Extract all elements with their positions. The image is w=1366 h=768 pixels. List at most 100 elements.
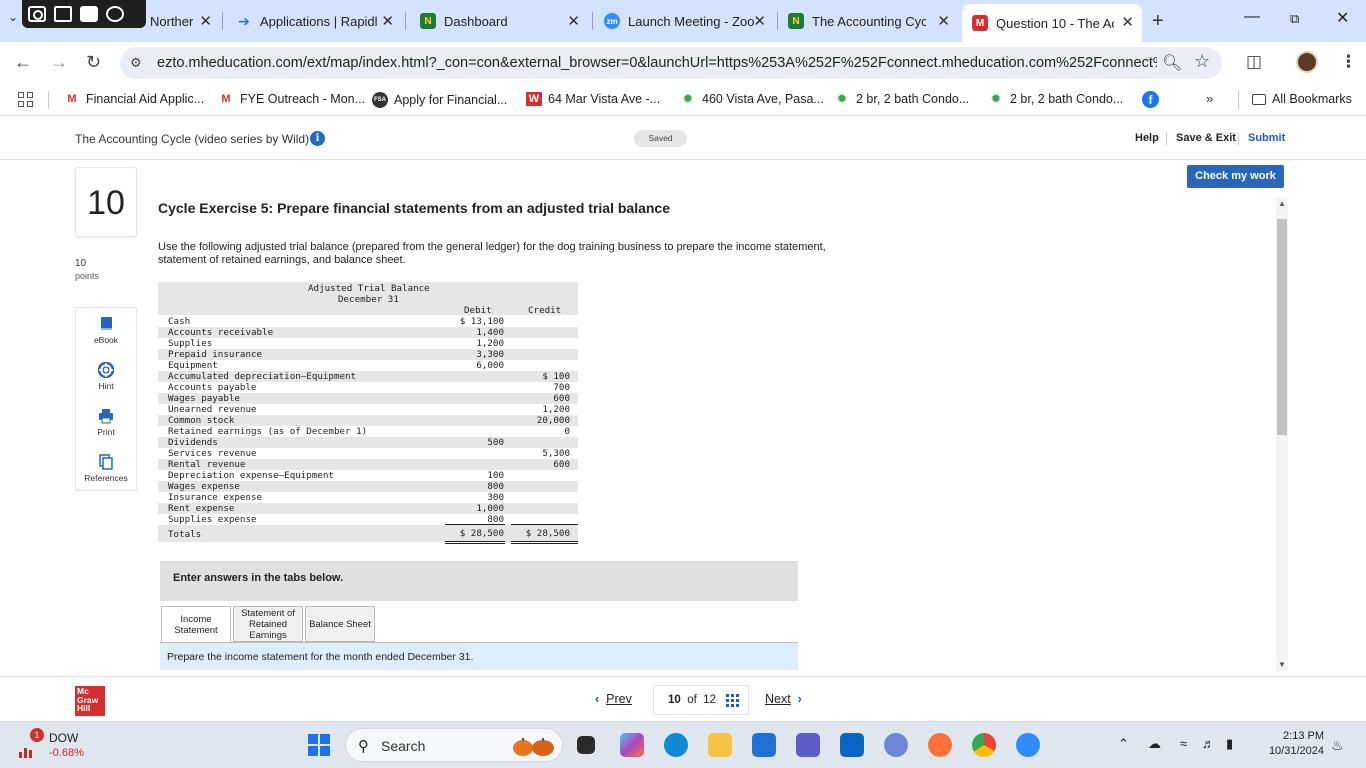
scrollbar-thumb[interactable]	[1277, 219, 1287, 435]
facebook-icon[interactable]: f	[1142, 91, 1159, 108]
browser-tab-5-active[interactable]: M Question 10 - The Ac ✕	[962, 4, 1142, 42]
bookmark-item[interactable]: M FYE Outreach - Mon...	[218, 92, 365, 106]
edge-icon[interactable]	[664, 733, 688, 757]
check-my-work-button[interactable]: Check my work	[1187, 165, 1284, 188]
prev-button[interactable]: ‹ Prev	[595, 692, 632, 706]
info-icon[interactable]: i	[310, 131, 325, 146]
close-icon[interactable]: ✕	[199, 12, 212, 30]
question-body: Use the following adjusted trial balance…	[158, 241, 826, 266]
apps-grid-icon[interactable]	[18, 92, 34, 108]
debit-amount: 100	[487, 470, 504, 481]
tab-title: Applications | Rapidl	[260, 13, 378, 29]
avatar[interactable]	[1296, 51, 1318, 73]
credit-amount: 5,300	[542, 448, 570, 459]
bookmark-item[interactable]: ✹ 2 br, 2 bath Condo...	[988, 91, 1124, 106]
tab-statement-of-retained-earnings[interactable]: Statement of Retained Earnings	[233, 606, 303, 642]
hint-button[interactable]: Hint	[76, 354, 136, 400]
new-tab-button[interactable]: +	[1152, 10, 1164, 33]
close-icon[interactable]: ✕	[937, 12, 950, 30]
tab-title: Question 10 - The Ac	[996, 15, 1114, 31]
windows-start-icon[interactable]	[308, 734, 330, 756]
task-view-icon[interactable]	[577, 736, 595, 754]
gear-icon[interactable]	[106, 6, 124, 22]
copilot-icon[interactable]	[620, 733, 644, 757]
print-button[interactable]: Print	[76, 400, 136, 446]
submit-link[interactable]: Submit	[1248, 132, 1285, 144]
chevron-up-icon[interactable]: ⌃	[1118, 736, 1129, 752]
video-record-icon[interactable]	[54, 6, 72, 22]
more-bookmarks-icon[interactable]: »	[1206, 91, 1213, 106]
table-title: Adjusted Trial Balance	[308, 283, 430, 294]
url-text[interactable]: ezto.mheducation.com/ext/map/index.html?…	[157, 55, 1157, 71]
reload-icon[interactable]: ↻	[86, 52, 101, 73]
tab-search-icon[interactable]: ⌄	[8, 10, 18, 24]
save-exit-link[interactable]: Save & Exit	[1176, 132, 1236, 144]
scroll-down-icon[interactable]: ▼	[1278, 660, 1286, 669]
chrome-icon[interactable]	[972, 733, 996, 757]
store-icon[interactable]	[752, 733, 776, 757]
bookmark-item[interactable]: W 64 Mar Vista Ave -...	[526, 92, 660, 106]
help-link[interactable]: Help	[1135, 132, 1159, 144]
battery-icon[interactable]: ▮	[1226, 736, 1233, 752]
mcgraw-hill-logo: Mc Graw Hill	[75, 686, 105, 716]
window-capture-icon[interactable]	[80, 6, 98, 22]
table-row: Unearned revenue 1,200	[158, 404, 578, 415]
bookmark-item[interactable]: FSA Apply for Financial...	[372, 92, 507, 108]
account-name: Accumulated depreciation–Equipment	[168, 371, 357, 382]
extensions-icon[interactable]: ◫	[1246, 52, 1262, 72]
bookmark-item[interactable]: ✹ 2 br, 2 bath Condo...	[834, 91, 970, 106]
site-settings-icon[interactable]: ⚙	[130, 55, 146, 71]
browser-tab-4[interactable]: N The Accounting Cycle ✕	[780, 6, 958, 36]
restore-icon[interactable]: ⧉	[1290, 11, 1299, 27]
close-icon[interactable]: ✕	[1121, 13, 1134, 31]
forward-icon[interactable]: →	[50, 52, 68, 73]
debit-amount: 1,400	[476, 327, 504, 338]
tab-balance-sheet[interactable]: Balance Sheet	[305, 606, 375, 642]
references-button[interactable]: References	[76, 446, 136, 492]
app-icon[interactable]	[884, 733, 908, 757]
browser-tab-0[interactable]: Norther ✕	[150, 6, 220, 36]
notification-bell-icon[interactable]: ♨	[1331, 737, 1344, 754]
wifi-icon[interactable]: ≈	[1180, 736, 1187, 751]
stock-widget[interactable]: 1 DOW -0.68%	[18, 728, 108, 764]
camera-icon[interactable]	[28, 6, 46, 22]
taskbar-search[interactable]: ⚲ Search	[345, 728, 563, 762]
table-row: Prepaid insurance 3,300	[158, 349, 578, 360]
system-clock[interactable]: 2:13 PM 10/31/2024	[1256, 729, 1324, 759]
content-scrollbar[interactable]: ▲ ▼	[1276, 197, 1288, 671]
outlook-icon[interactable]	[840, 733, 864, 757]
of-label: of	[687, 694, 697, 706]
address-bar[interactable]: ⚙ ezto.mheducation.com/ext/map/index.htm…	[120, 47, 1222, 79]
close-icon[interactable]: ✕	[753, 12, 766, 30]
browser-tab-1[interactable]: ➔ Applications | Rapidl ✕	[230, 6, 402, 36]
close-icon[interactable]: ✕	[381, 12, 394, 30]
teams-icon[interactable]	[796, 733, 820, 757]
browser-tab-3[interactable]: zm Launch Meeting - Zoo ✕	[596, 6, 774, 36]
bookmark-star-icon[interactable]: ☆	[1194, 51, 1210, 72]
scroll-up-icon[interactable]: ▲	[1278, 199, 1286, 208]
close-icon[interactable]: ✕	[567, 12, 580, 30]
close-window-icon[interactable]: ✕	[1336, 8, 1349, 28]
question-pager[interactable]: 10 of 12	[653, 685, 749, 715]
bookmark-item[interactable]: M Financial Aid Applic...	[64, 92, 204, 106]
onedrive-icon[interactable]: ☁	[1148, 736, 1161, 752]
zoom-app-icon[interactable]	[1016, 733, 1040, 757]
menu-kebab-icon[interactable]: ⋮	[1340, 52, 1357, 72]
account-name: Common stock	[168, 415, 235, 426]
grid-view-icon[interactable]	[726, 694, 739, 707]
file-explorer-icon[interactable]	[708, 733, 732, 757]
firefox-icon[interactable]	[928, 733, 952, 757]
ebook-button[interactable]: eBook	[76, 308, 136, 354]
tab-income-statement[interactable]: Income Statement	[161, 606, 231, 643]
all-bookmarks-button[interactable]: All Bookmarks	[1252, 92, 1352, 106]
account-name: Wages payable	[168, 393, 240, 404]
volume-icon[interactable]: ♬	[1202, 736, 1215, 751]
leaf-icon: ✹	[990, 91, 1002, 106]
zoom-icon[interactable]: 🔍︎	[1162, 53, 1182, 73]
back-icon[interactable]: ←	[14, 52, 32, 73]
bookmark-item[interactable]: ✹ 460 Vista Ave, Pasa...	[680, 91, 824, 106]
browser-tab-2[interactable]: N Dashboard ✕	[412, 6, 588, 36]
account-name: Unearned revenue	[168, 404, 257, 415]
minimize-icon[interactable]: —	[1244, 8, 1260, 26]
next-button[interactable]: Next ›	[765, 692, 802, 706]
